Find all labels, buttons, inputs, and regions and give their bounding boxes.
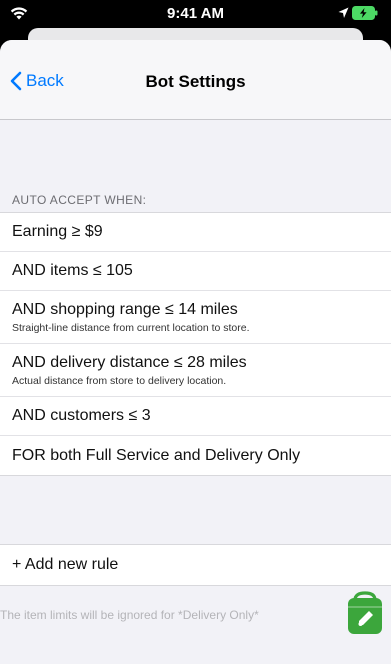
- page-title: Bot Settings: [145, 72, 246, 91]
- footer-note: The item limits will be ignored for *Del…: [0, 608, 259, 622]
- rule-row-customers[interactable]: AND customers ≤ 3: [0, 397, 391, 436]
- rule-title: AND customers ≤ 3: [12, 407, 151, 424]
- rule-title: AND shopping range ≤ 14 miles: [12, 300, 238, 318]
- settings-sheet: Back Bot Settings AUTO ACCEPT WHEN: Earn…: [0, 40, 391, 664]
- section-header: AUTO ACCEPT WHEN:: [12, 193, 147, 207]
- rule-row-service-type[interactable]: FOR both Full Service and Delivery Only: [0, 436, 391, 475]
- rule-subtitle: Actual distance from store to delivery l…: [12, 374, 227, 387]
- rule-subtitle: Straight-line distance from current loca…: [12, 321, 250, 334]
- rule-row-delivery-distance[interactable]: AND delivery distance ≤ 28 miles Actual …: [0, 344, 391, 397]
- navigation-bar: Back Bot Settings: [0, 40, 391, 120]
- rule-title: AND delivery distance ≤ 28 miles: [12, 353, 247, 371]
- rule-row-earning[interactable]: Earning ≥ $9: [0, 213, 391, 252]
- status-time: 9:41 AM: [167, 5, 224, 22]
- battery-charging-icon: [352, 6, 378, 20]
- rule-list: Earning ≥ $9 AND items ≤ 105 AND shoppin…: [0, 212, 391, 476]
- shopping-bag-icon[interactable]: [345, 590, 385, 636]
- rule-row-items[interactable]: AND items ≤ 105: [0, 252, 391, 291]
- rule-row-shopping-range[interactable]: AND shopping range ≤ 14 miles Straight-l…: [0, 291, 391, 344]
- add-rule-row[interactable]: + Add new rule: [0, 544, 391, 586]
- status-bar: 9:41 AM: [0, 0, 391, 28]
- rule-title: AND items ≤ 105: [12, 262, 133, 279]
- location-arrow-icon: [338, 7, 349, 18]
- settings-content: AUTO ACCEPT WHEN: Earning ≥ $9 AND items…: [0, 120, 391, 664]
- add-rule-button[interactable]: + Add new rule: [12, 556, 118, 574]
- rule-title: Earning ≥ $9: [12, 223, 103, 240]
- rule-title: FOR both Full Service and Delivery Only: [12, 446, 301, 464]
